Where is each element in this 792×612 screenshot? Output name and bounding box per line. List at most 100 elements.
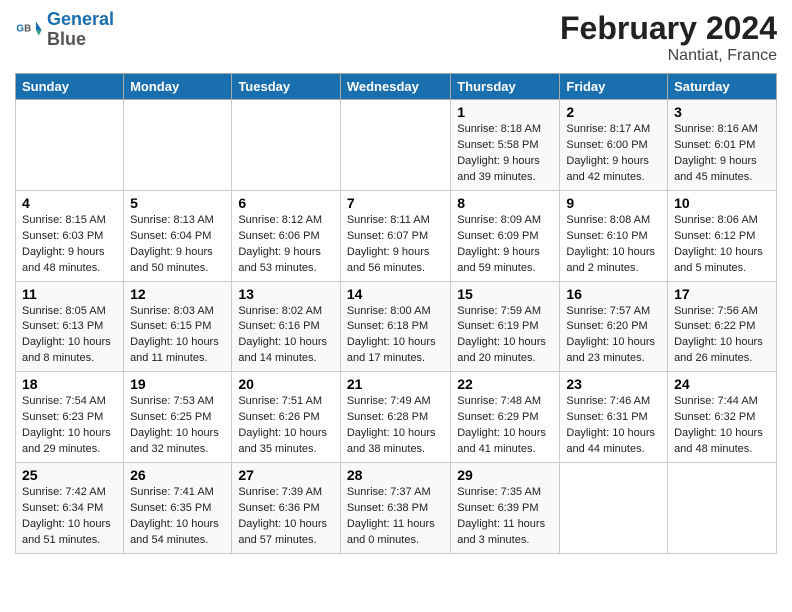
page-header: G B General Blue February 2024 Nantiat, … [15,10,777,65]
page-title: February 2024 [560,10,777,47]
logo-line1: General [47,9,114,29]
logo-icon: G B [15,16,43,44]
calendar-cell: 3Sunrise: 8:16 AM Sunset: 6:01 PM Daylig… [668,100,777,191]
day-info: Sunrise: 7:59 AM Sunset: 6:19 PM Dayligh… [457,304,553,368]
day-number: 29 [457,467,553,483]
day-info: Sunrise: 8:18 AM Sunset: 5:58 PM Dayligh… [457,122,553,186]
calendar-week-row: 11 Sunrise: 8:05 AM Sunset: 6:13 PM Dayli… [16,281,777,372]
day-number: 6 [238,195,334,211]
day-info: Sunrise: 8:17 AM Sunset: 6:00 PM Dayligh… [566,122,661,186]
calendar-cell: 17Sunrise: 7:56 AM Sunset: 6:22 PM Dayli… [668,281,777,372]
calendar-cell: 16Sunrise: 7:57 AM Sunset: 6:20 PM Dayli… [560,281,668,372]
day-info: Sunrise: 7:44 AM Sunset: 6:32 PM Dayligh… [674,394,770,458]
day-info: Sunrise: 7:46 AM Sunset: 6:31 PM Dayligh… [566,394,661,458]
day-number: 4 [22,195,117,211]
day-info: Sunrise: 7:41 AM Sunset: 6:35 PM Dayligh… [130,485,225,549]
day-number: 14 [347,286,444,302]
day-info: Sunrise: 8:05 AM Sunset: 6:13 PM Dayligh… [22,304,117,368]
calendar-cell: 9 Sunrise: 8:08 AM Sunset: 6:10 PM Daylig… [560,190,668,281]
calendar-cell: 5 Sunrise: 8:13 AM Sunset: 6:04 PM Daylig… [124,190,232,281]
day-info: Sunrise: 7:37 AM Sunset: 6:38 PM Dayligh… [347,485,444,549]
day-number: 11 [22,286,117,302]
day-number: 9 [566,195,661,211]
calendar-cell: 29Sunrise: 7:35 AM Sunset: 6:39 PM Dayli… [451,463,560,554]
calendar-cell: 15 Sunrise: 7:59 AM Sunset: 6:19 PM Dayli… [451,281,560,372]
logo-line2: Blue [47,29,86,49]
calendar-cell: 4 Sunrise: 8:15 AM Sunset: 6:03 PM Daylig… [16,190,124,281]
calendar-cell: 26 Sunrise: 7:41 AM Sunset: 6:35 PM Dayli… [124,463,232,554]
col-header-monday: Monday [124,74,232,100]
day-info: Sunrise: 8:00 AM Sunset: 6:18 PM Dayligh… [347,304,444,368]
day-info: Sunrise: 8:06 AM Sunset: 6:12 PM Dayligh… [674,213,770,277]
calendar-cell: 13Sunrise: 8:02 AM Sunset: 6:16 PM Dayli… [232,281,341,372]
day-number: 8 [457,195,553,211]
calendar-cell: 19 Sunrise: 7:53 AM Sunset: 6:25 PM Dayli… [124,372,232,463]
calendar-cell [124,100,232,191]
calendar-week-row: 25 Sunrise: 7:42 AM Sunset: 6:34 PM Dayli… [16,463,777,554]
day-number: 24 [674,376,770,392]
calendar-cell: 7 Sunrise: 8:11 AM Sunset: 6:07 PM Daylig… [340,190,450,281]
calendar-cell: 22 Sunrise: 7:48 AM Sunset: 6:29 PM Dayli… [451,372,560,463]
day-number: 27 [238,467,334,483]
col-header-saturday: Saturday [668,74,777,100]
col-header-tuesday: Tuesday [232,74,341,100]
day-number: 7 [347,195,444,211]
day-number: 15 [457,286,553,302]
day-number: 10 [674,195,770,211]
calendar-cell: 2 Sunrise: 8:17 AM Sunset: 6:00 PM Daylig… [560,100,668,191]
day-info: Sunrise: 7:48 AM Sunset: 6:29 PM Dayligh… [457,394,553,458]
logo: G B General Blue [15,10,114,50]
calendar-cell: 20Sunrise: 7:51 AM Sunset: 6:26 PM Dayli… [232,372,341,463]
day-info: Sunrise: 8:13 AM Sunset: 6:04 PM Dayligh… [130,213,225,277]
calendar-cell: 10 Sunrise: 8:06 AM Sunset: 6:12 PM Dayli… [668,190,777,281]
day-info: Sunrise: 7:39 AM Sunset: 6:36 PM Dayligh… [238,485,334,549]
day-info: Sunrise: 8:12 AM Sunset: 6:06 PM Dayligh… [238,213,334,277]
page-subtitle: Nantiat, France [560,47,777,65]
day-info: Sunrise: 8:08 AM Sunset: 6:10 PM Dayligh… [566,213,661,277]
day-info: Sunrise: 8:15 AM Sunset: 6:03 PM Dayligh… [22,213,117,277]
day-number: 5 [130,195,225,211]
day-number: 22 [457,376,553,392]
calendar-cell [668,463,777,554]
title-block: February 2024 Nantiat, France [560,10,777,65]
day-number: 18 [22,376,117,392]
col-header-wednesday: Wednesday [340,74,450,100]
day-info: Sunrise: 8:16 AM Sunset: 6:01 PM Dayligh… [674,122,770,186]
day-info: Sunrise: 7:49 AM Sunset: 6:28 PM Dayligh… [347,394,444,458]
calendar-cell: 25 Sunrise: 7:42 AM Sunset: 6:34 PM Dayli… [16,463,124,554]
calendar-cell: 8 Sunrise: 8:09 AM Sunset: 6:09 PM Daylig… [451,190,560,281]
calendar-cell: 14 Sunrise: 8:00 AM Sunset: 6:18 PM Dayli… [340,281,450,372]
day-number: 12 [130,286,225,302]
svg-text:G: G [16,23,24,34]
calendar-cell: 28 Sunrise: 7:37 AM Sunset: 6:38 PM Dayli… [340,463,450,554]
day-number: 2 [566,104,661,120]
day-number: 23 [566,376,661,392]
calendar-cell: 27 Sunrise: 7:39 AM Sunset: 6:36 PM Dayli… [232,463,341,554]
calendar-cell [340,100,450,191]
day-number: 28 [347,467,444,483]
calendar-cell: 11 Sunrise: 8:05 AM Sunset: 6:13 PM Dayli… [16,281,124,372]
col-header-sunday: Sunday [16,74,124,100]
day-info: Sunrise: 7:54 AM Sunset: 6:23 PM Dayligh… [22,394,117,458]
svg-text:B: B [24,23,31,34]
day-number: 1 [457,104,553,120]
calendar-week-row: 1 Sunrise: 8:18 AM Sunset: 5:58 PM Daylig… [16,100,777,191]
day-number: 16 [566,286,661,302]
calendar-table: SundayMondayTuesdayWednesdayThursdayFrid… [15,73,777,554]
calendar-cell: 12 Sunrise: 8:03 AM Sunset: 6:15 PM Dayli… [124,281,232,372]
day-info: Sunrise: 8:03 AM Sunset: 6:15 PM Dayligh… [130,304,225,368]
day-number: 26 [130,467,225,483]
calendar-header-row: SundayMondayTuesdayWednesdayThursdayFrid… [16,74,777,100]
calendar-week-row: 4 Sunrise: 8:15 AM Sunset: 6:03 PM Daylig… [16,190,777,281]
day-info: Sunrise: 7:42 AM Sunset: 6:34 PM Dayligh… [22,485,117,549]
day-number: 19 [130,376,225,392]
day-number: 17 [674,286,770,302]
day-info: Sunrise: 7:53 AM Sunset: 6:25 PM Dayligh… [130,394,225,458]
day-info: Sunrise: 8:11 AM Sunset: 6:07 PM Dayligh… [347,213,444,277]
calendar-cell: 21 Sunrise: 7:49 AM Sunset: 6:28 PM Dayli… [340,372,450,463]
day-number: 21 [347,376,444,392]
day-info: Sunrise: 8:09 AM Sunset: 6:09 PM Dayligh… [457,213,553,277]
day-info: Sunrise: 8:02 AM Sunset: 6:16 PM Dayligh… [238,304,334,368]
calendar-cell: 24 Sunrise: 7:44 AM Sunset: 6:32 PM Dayli… [668,372,777,463]
day-number: 25 [22,467,117,483]
